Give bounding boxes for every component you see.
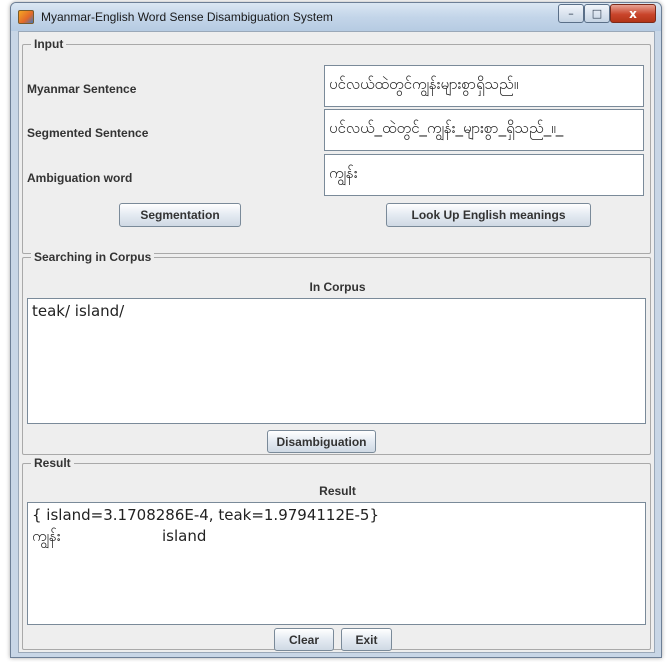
ambiguation-word-field[interactable]: ကျွန်း [324,154,644,196]
corpus-group: Searching in Corpus In Corpus teak/ isla… [22,250,651,455]
title-bar[interactable]: Myanmar-English Word Sense Disambiguatio… [11,3,661,31]
window-title: Myanmar-English Word Sense Disambiguatio… [41,10,333,24]
result-group: Result Result { island=3.1708286E-4, tea… [22,456,651,651]
input-group-title: Input [31,37,67,51]
result-word: ကျွန်း [32,527,61,545]
close-button[interactable]: x [610,4,656,23]
maximize-button[interactable]: □ [584,4,610,23]
result-meaning: island [162,527,207,545]
result-scores-line: { island=3.1708286E-4, teak=1.9794112E-5… [32,506,379,524]
result-heading: Result [319,484,356,498]
clear-button[interactable]: Clear [274,628,334,651]
exit-button[interactable]: Exit [341,628,392,651]
input-group: Input Myanmar Sentence ပင်လယ်ထဲတွင်ကျွန်… [22,37,651,254]
ambiguation-word-label: Ambiguation word [27,171,133,185]
in-corpus-heading: In Corpus [309,280,366,294]
java-app-icon [18,10,34,24]
result-word-line: ကျွန်း island [32,526,641,547]
result-group-title: Result [31,456,74,470]
segmented-sentence-field[interactable]: ပင်လယ်_ထဲတွင်_ကျွန်း_များစွာ_ရှိသည်_။_ [324,109,644,151]
result-text-area[interactable]: { island=3.1708286E-4, teak=1.9794112E-5… [27,502,646,625]
client-area: Input Myanmar Sentence ပင်လယ်ထဲတွင်ကျွန်… [18,31,655,653]
minimize-button[interactable]: – [558,4,584,23]
app-window: Myanmar-English Word Sense Disambiguatio… [10,2,662,658]
segmented-sentence-label: Segmented Sentence [27,126,149,140]
myanmar-sentence-field[interactable]: ပင်လယ်ထဲတွင်ကျွန်းများစွာရှိသည်။ [324,65,644,107]
lookup-english-button[interactable]: Look Up English meanings [386,203,591,227]
corpus-text-area[interactable]: teak/ island/ [27,298,646,424]
corpus-group-title: Searching in Corpus [31,250,155,264]
disambiguation-button[interactable]: Disambiguation [267,430,376,453]
segmentation-button[interactable]: Segmentation [119,203,241,227]
myanmar-sentence-label: Myanmar Sentence [27,82,137,96]
